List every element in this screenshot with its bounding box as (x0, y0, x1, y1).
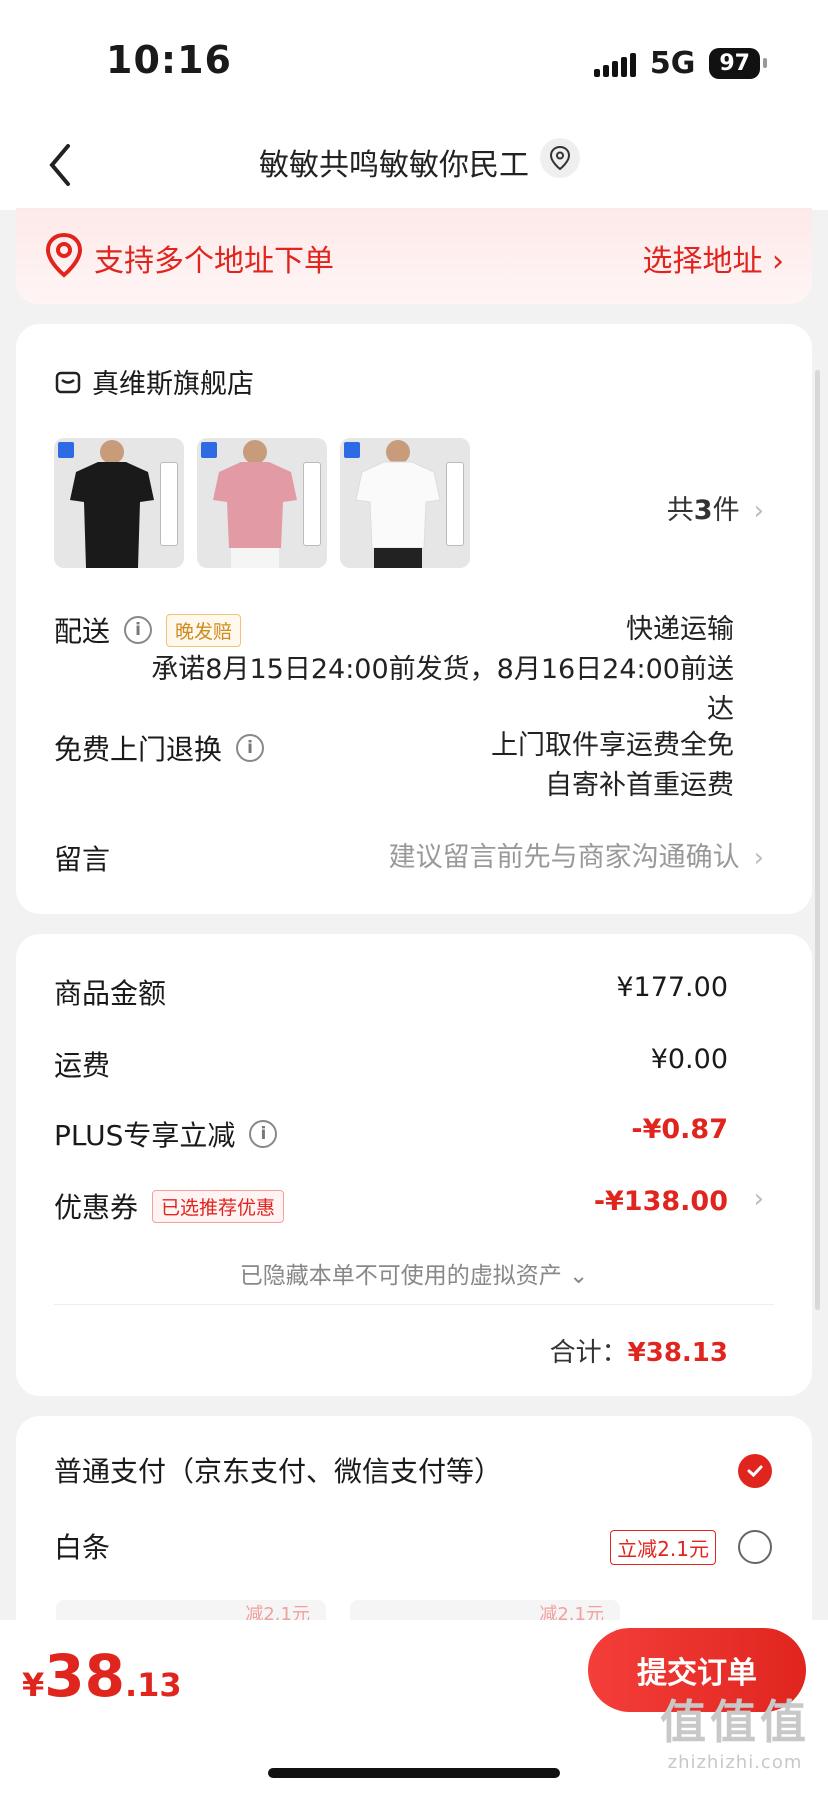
battery-icon: 97 (709, 48, 767, 79)
watermark: 值值值 zhizhizhi.com (660, 1695, 810, 1773)
late-compensation-tag: 晚发赔 (166, 613, 242, 647)
shop-header[interactable]: 真维斯旗舰店 (54, 362, 254, 401)
status-indicators: 5G 97 (593, 46, 767, 81)
plus-discount-label: PLUS专享立减 i (54, 1114, 278, 1154)
size-chart-icon (303, 462, 321, 546)
normal-payment-option[interactable]: 普通支付（京东支付、微信支付等） (54, 1450, 502, 1490)
message-input[interactable]: 建议留言前先与商家沟通确认 › (389, 838, 764, 878)
order-total-value: ¥38.13 (627, 1338, 728, 1368)
return-pickup-text: 上门取件享运费全免 (491, 730, 734, 761)
checked-icon[interactable] (738, 1454, 772, 1488)
bottom-bar: ¥ 38 .13 提交订单 值值值 zhizhizhi.com (0, 1620, 828, 1796)
goods-amount-value: ¥177.00 (616, 972, 728, 1003)
product-thumbnails[interactable] (54, 438, 470, 568)
scrollbar[interactable] (815, 370, 820, 1310)
size-chart-icon (160, 462, 178, 546)
shipping-label: 运费 (54, 1049, 111, 1082)
status-time: 10:16 (106, 38, 232, 82)
signal-icon (593, 51, 636, 77)
baitiao-option[interactable]: 白条 (54, 1526, 110, 1566)
brand-badge-icon (58, 442, 74, 458)
product-thumb-black[interactable] (54, 438, 184, 568)
shop-icon (55, 371, 81, 393)
return-label: 免费上门退换 i (54, 728, 265, 768)
info-icon[interactable]: i (124, 616, 153, 644)
shipping-value: ¥0.00 (650, 1044, 728, 1075)
home-indicator[interactable] (268, 1768, 560, 1778)
size-chart-icon (446, 462, 464, 546)
price-card: 商品金额 ¥177.00 运费 ¥0.00 PLUS专享立减 i -¥0.87 … (16, 934, 812, 1396)
multi-address-text: 支持多个地址下单 (94, 244, 334, 279)
baitiao-discount-tag: 立减2.1元 (610, 1530, 716, 1565)
page-title: 敏敏共鸣敏敏你民工 (259, 148, 529, 183)
map-pin-icon (44, 232, 84, 278)
goods-amount-label: 商品金额 (54, 977, 167, 1010)
delivery-promise: 承诺8月15日24:00前发货，8月16日24:00前送达 (151, 654, 734, 725)
delivery-method: 快递运输 (626, 614, 734, 645)
unchecked-icon[interactable] (738, 1530, 772, 1564)
brand-badge-icon (344, 442, 360, 458)
info-icon[interactable]: i (236, 734, 265, 762)
coupon-label: 优惠券 已选推荐优惠 (54, 1186, 285, 1226)
plus-discount-value: -¥0.87 (631, 1114, 728, 1145)
info-icon[interactable]: i (249, 1120, 278, 1148)
status-bar: 10:16 5G 97 (0, 0, 828, 120)
order-total: 合计：¥38.13 (549, 1338, 728, 1368)
location-icon[interactable] (540, 138, 580, 178)
network-type: 5G (649, 46, 696, 81)
grand-total: ¥ 38 .13 (22, 1642, 182, 1710)
message-label: 留言 (54, 843, 111, 876)
recommended-coupon-tag: 已选推荐优惠 (152, 1189, 285, 1223)
chevron-right-icon: › (753, 843, 764, 873)
chevron-right-icon[interactable]: › (754, 1184, 764, 1214)
hidden-assets-toggle[interactable]: 已隐藏本单不可使用的虚拟资产 ⌄ (16, 1256, 812, 1290)
brand-badge-icon (201, 442, 217, 458)
address-banner[interactable]: 支持多个地址下单 选择地址 › (16, 208, 812, 304)
divider (54, 1304, 774, 1305)
item-count[interactable]: 共3件 › (667, 488, 764, 527)
product-thumb-white[interactable] (340, 438, 470, 568)
product-thumb-pink[interactable] (197, 438, 327, 568)
select-address-link[interactable]: 选择地址 › (642, 236, 784, 280)
return-self-ship-text: 自寄补首重运费 (545, 770, 734, 801)
nav-bar: 敏敏共鸣敏敏你民工 (0, 120, 828, 210)
shop-name: 真维斯旗舰店 (92, 369, 254, 400)
delivery-label: 配送 i 晚发赔 (54, 610, 242, 650)
chevron-right-icon: › (753, 496, 764, 526)
shop-card: 真维斯旗舰店 共3件 › 配送 i 晚发赔 快递运输 承诺8月15日24:00前… (16, 324, 812, 914)
coupon-value[interactable]: -¥138.00 (594, 1186, 728, 1217)
